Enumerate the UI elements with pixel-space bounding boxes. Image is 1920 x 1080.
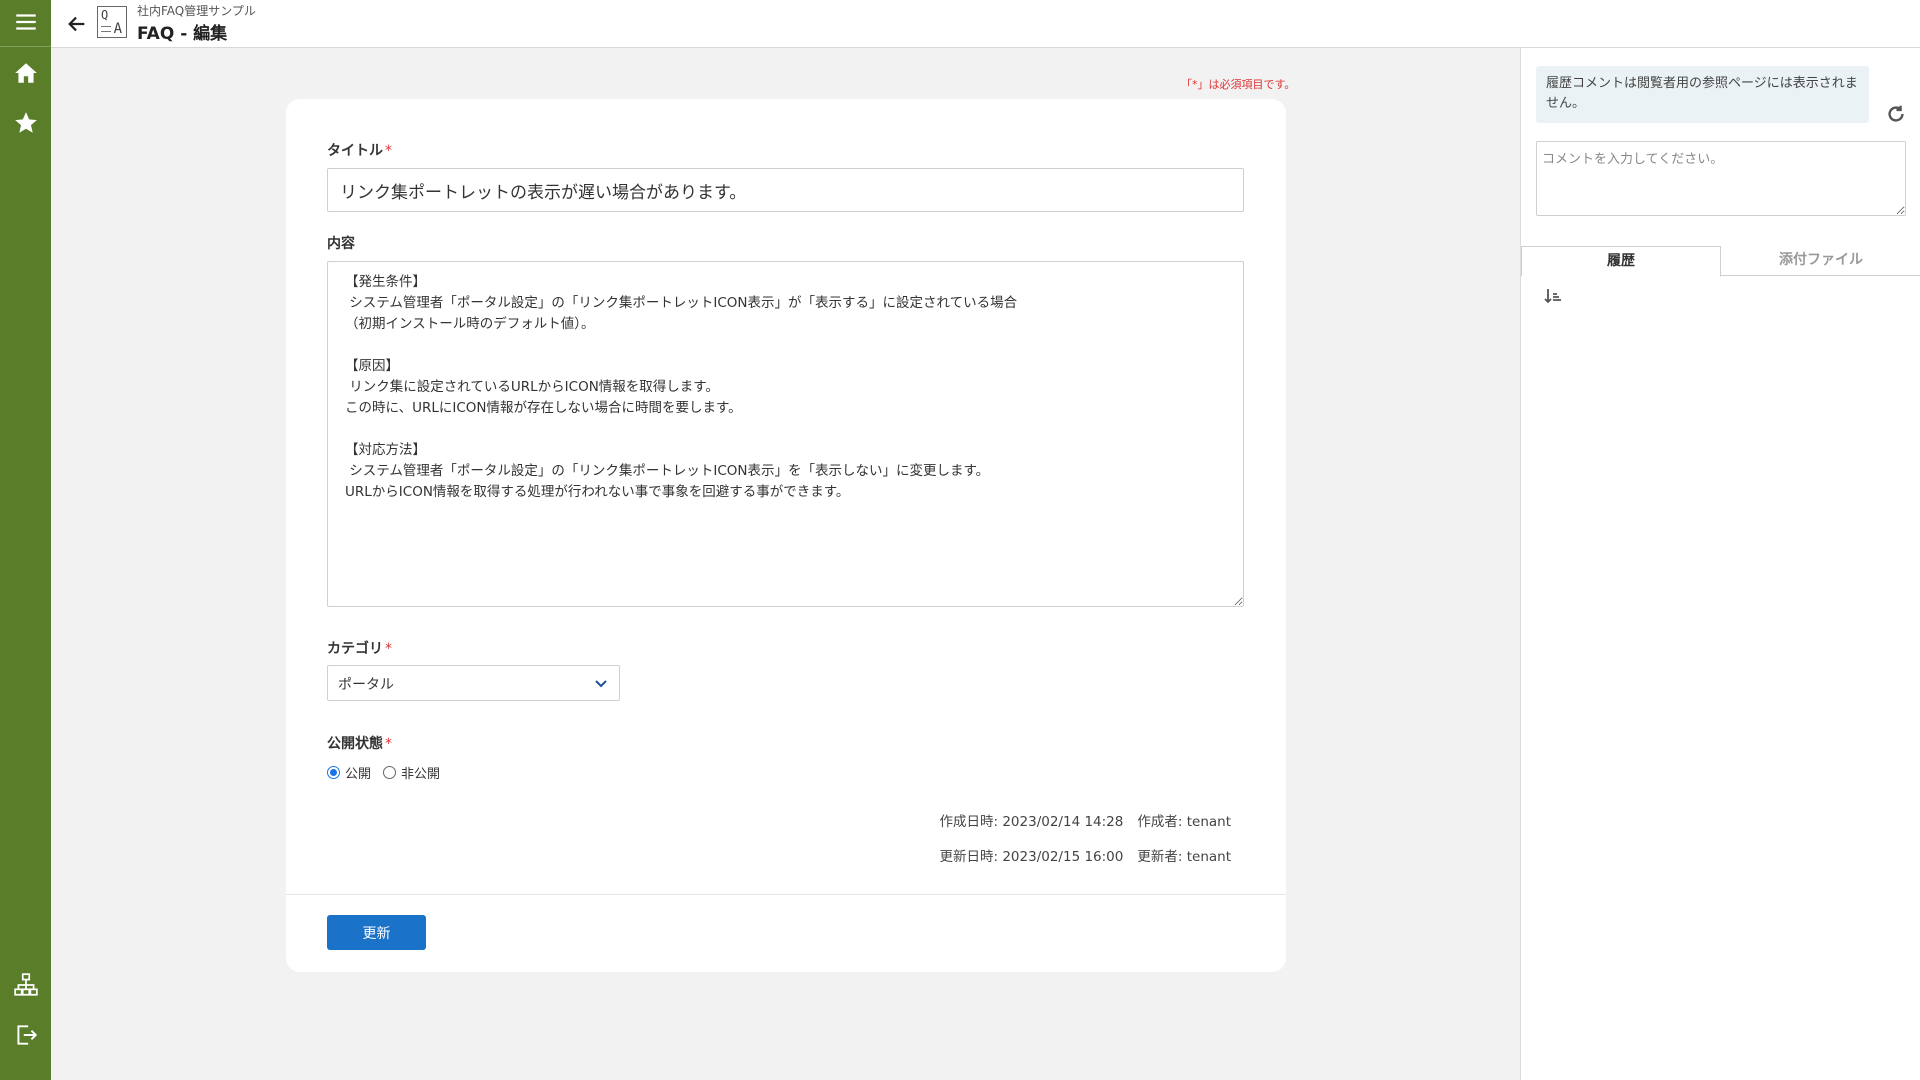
page-title: FAQ - 編集 [137,24,228,44]
refresh-icon[interactable] [1884,102,1908,126]
history-info-box: 履歴コメントは閲覧者用の参照ページには表示されません。 [1536,66,1869,123]
required-mark: * [385,736,392,752]
back-arrow-icon[interactable] [61,8,93,40]
updated-by: 更新者: tenant [1137,845,1231,865]
status-label-text: 公開状態 [327,736,383,752]
created-by-label: 作成者: [1137,814,1183,830]
updated-by-value: tenant [1186,849,1231,865]
sitemap-icon[interactable] [0,963,51,1007]
tab-history[interactable]: 履歴 [1521,246,1721,277]
created-at-label: 作成日時: [939,814,999,830]
created-meta: 作成日時: 2023/02/14 14:28 作成者: tenant [939,810,1231,830]
title-label: タイトル * [327,140,392,160]
updated-meta: 更新日時: 2023/02/15 16:00 更新者: tenant [939,845,1231,865]
panel-tabs: 履歴 添付ファイル [1521,246,1920,277]
sort-icon[interactable] [1543,286,1563,306]
required-mark: * [385,641,392,657]
content-label: 内容 [327,236,355,252]
required-mark: * [385,143,392,159]
created-at: 作成日時: 2023/02/14 14:28 [939,810,1123,830]
faq-app-icon: QA [97,6,127,38]
status-option-label: 公開 [345,766,372,782]
category-select[interactable]: ポータル [327,665,620,701]
created-by-value: tenant [1186,814,1231,830]
updated-at-label: 更新日時: [939,849,999,865]
status-radio-public[interactable] [327,765,340,779]
updated-at: 更新日時: 2023/02/15 16:00 [939,845,1123,865]
history-panel: 履歴コメントは閲覧者用の参照ページには表示されません。 履歴 添付ファイル [1520,48,1920,1080]
status-radio-private[interactable] [383,765,397,779]
title-input[interactable] [327,168,1244,212]
status-option-label: 非公開 [401,766,441,782]
status-radio-group: 公開 非公開 [327,762,452,782]
created-at-value: 2023/02/14 14:28 [1002,814,1124,830]
sidebar-divider [0,46,51,47]
required-note: 「*」は必須項目です。 [1181,78,1296,91]
menu-icon[interactable] [0,0,51,44]
updated-at-value: 2023/02/15 16:00 [1002,849,1124,865]
home-icon[interactable] [0,51,51,95]
content-textarea[interactable]: 【発生条件】 システム管理者「ポータル設定」の「リンク集ポートレットICON表示… [327,261,1244,607]
left-sidebar [0,0,51,1080]
app-header: QA 社内FAQ管理サンプル FAQ - 編集 [51,0,1920,48]
tab-attachments[interactable]: 添付ファイル [1721,246,1920,276]
status-label: 公開状態 * [327,733,392,753]
logout-icon[interactable] [0,1013,51,1057]
card-divider [286,894,1286,895]
category-label-text: カテゴリ [327,641,383,657]
category-label: カテゴリ * [327,638,392,658]
app-name: 社内FAQ管理サンプル [137,4,256,18]
star-icon[interactable] [0,101,51,145]
comment-textarea[interactable] [1536,141,1906,216]
chevron-down-icon [595,680,607,688]
title-label-text: タイトル [327,143,383,159]
edit-form-card: タイトル* 内容 【発生条件】 システム管理者「ポータル設定」の「リンク集ポート… [286,99,1286,972]
category-selected-value: ポータル [338,677,394,693]
created-by: 作成者: tenant [1137,810,1231,830]
update-button[interactable]: 更新 [327,915,426,950]
updated-by-label: 更新者: [1137,849,1183,865]
